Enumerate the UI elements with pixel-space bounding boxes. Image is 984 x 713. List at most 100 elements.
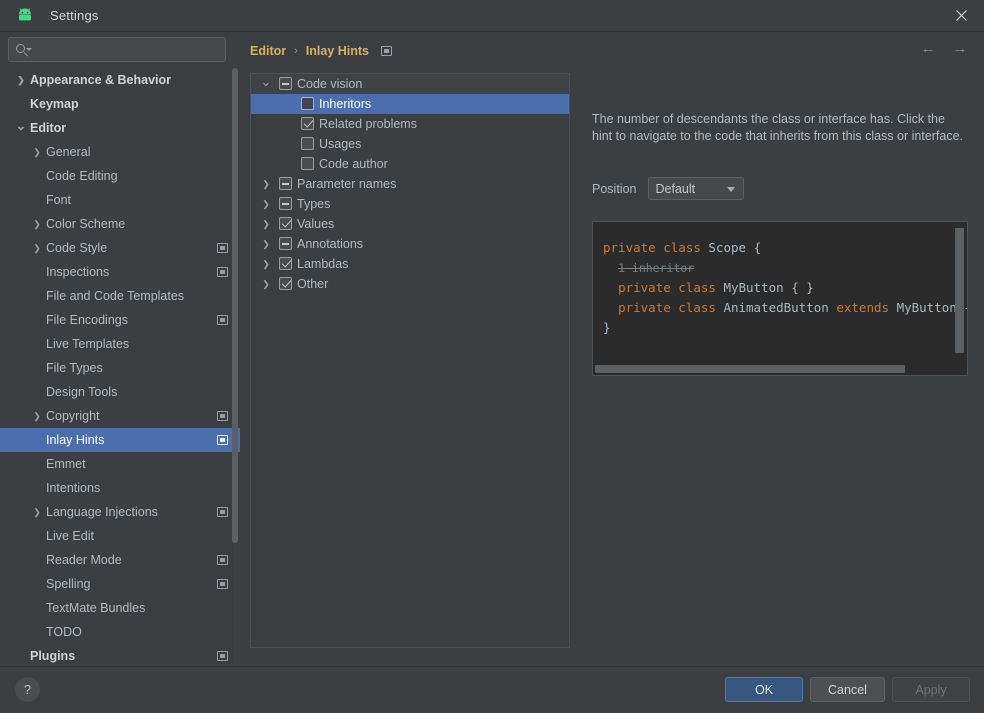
hint-description: The number of descendants the class or i…	[592, 112, 964, 143]
tree-item-label: Other	[297, 277, 329, 291]
code-brace-open: {	[753, 240, 762, 255]
sidebar-list[interactable]: ❯ Appearance & Behavior Keymap ⌄ Editor ❯ Gene…	[0, 68, 240, 666]
sidebar-item-language-injections[interactable]: ❯ Language Injections	[0, 500, 240, 524]
sidebar-item-keymap[interactable]: Keymap	[0, 92, 240, 116]
code-preview-vertical-scrollbar[interactable]	[955, 228, 964, 353]
code-preview-horizontal-scrollbar[interactable]	[595, 365, 905, 373]
checkbox-annotations[interactable]	[279, 237, 292, 250]
back-arrow-icon[interactable]: ←	[918, 40, 938, 57]
sidebar-config-icon[interactable]	[217, 579, 228, 589]
help-button[interactable]: ?	[15, 677, 40, 702]
sidebar-item-inlay-hints[interactable]: Inlay Hints	[0, 428, 240, 452]
chevron-right-icon[interactable]: ❯	[259, 194, 273, 214]
checkbox-code-vision[interactable]	[279, 77, 292, 90]
sidebar-item-file-types[interactable]: File Types	[0, 356, 240, 380]
chevron-right-icon[interactable]: ❯	[259, 214, 273, 234]
sidebar-item-label: File Encodings	[46, 313, 128, 327]
tree-item-label: Code author	[319, 157, 388, 171]
close-icon[interactable]	[938, 0, 984, 31]
search-input[interactable]	[31, 42, 225, 57]
tree-item-values[interactable]: ❯ Values	[251, 214, 569, 234]
checkbox-lambdas[interactable]	[279, 257, 292, 270]
sidebar-config-icon[interactable]	[217, 411, 228, 421]
sidebar-config-icon[interactable]	[217, 267, 228, 277]
sidebar-item-label: Font	[46, 193, 72, 207]
sidebar-config-icon[interactable]	[217, 315, 228, 325]
tree-item-types[interactable]: ❯ Types	[251, 194, 569, 214]
sidebar-item-label: File and Code Templates	[46, 289, 185, 303]
sidebar-item-label: Plugins	[30, 649, 76, 663]
tree-item-related-problems[interactable]: Related problems	[251, 114, 569, 134]
forward-arrow-icon[interactable]: →	[950, 40, 970, 57]
checkbox-related-problems[interactable]	[301, 117, 314, 130]
sidebar-item-font[interactable]: Font	[0, 188, 240, 212]
sidebar-item-spelling[interactable]: Spelling	[0, 572, 240, 596]
tree-item-code-vision[interactable]: ⌄ Code vision	[251, 74, 569, 94]
sidebar-item-file-and-code-templates[interactable]: File and Code Templates	[0, 284, 240, 308]
tree-item-label: Code vision	[297, 77, 363, 91]
tree-item-parameter-names[interactable]: ❯ Parameter names	[251, 174, 569, 194]
sidebar-item-file-encodings[interactable]: File Encodings	[0, 308, 240, 332]
code-keyword-class-1: class	[663, 240, 701, 255]
sidebar-item-editor[interactable]: ⌄ Editor	[0, 116, 240, 140]
sidebar-config-icon[interactable]	[217, 435, 228, 445]
sidebar-item-design-tools[interactable]: Design Tools	[0, 380, 240, 404]
inlay-hint-inheritor[interactable]: 1 inheritor	[618, 261, 694, 275]
sidebar-item-general[interactable]: ❯ General	[0, 140, 240, 164]
inlay-hints-tree-panel[interactable]: ⌄ Code vision Inheritors Related problems Us…	[250, 73, 570, 648]
search-box[interactable]	[8, 37, 226, 62]
sidebar-item-inspections[interactable]: Inspections	[0, 260, 240, 284]
sidebar-item-plugins[interactable]: Plugins	[0, 644, 240, 666]
checkbox-other[interactable]	[279, 277, 292, 290]
sidebar-item-live-templates[interactable]: Live Templates	[0, 332, 240, 356]
tree-item-code-author[interactable]: Code author	[251, 154, 569, 174]
sidebar-item-reader-mode[interactable]: Reader Mode	[0, 548, 240, 572]
sidebar-item-code-editing[interactable]: Code Editing	[0, 164, 240, 188]
sidebar-scrollbar-thumb[interactable]	[232, 68, 238, 543]
sidebar-item-intentions[interactable]: Intentions	[0, 476, 240, 500]
code-preview[interactable]: private class Scope { 1 inheritor privat…	[592, 221, 968, 376]
tree-item-other[interactable]: ❯ Other	[251, 274, 569, 294]
sidebar-item-todo[interactable]: TODO	[0, 620, 240, 644]
sidebar-item-color-scheme[interactable]: ❯ Color Scheme	[0, 212, 240, 236]
ok-button[interactable]: OK	[725, 677, 803, 702]
chevron-right-icon[interactable]: ❯	[14, 68, 28, 92]
chevron-right-icon[interactable]: ❯	[259, 274, 273, 294]
chevron-down-icon[interactable]: ⌄	[14, 116, 28, 140]
tree-item-usages[interactable]: Usages	[251, 134, 569, 154]
chevron-right-icon[interactable]: ❯	[30, 236, 44, 260]
sidebar-item-live-edit[interactable]: Live Edit	[0, 524, 240, 548]
chevron-down-icon[interactable]: ⌄	[259, 74, 273, 94]
breadcrumb-parent[interactable]: Editor	[250, 44, 286, 58]
chevron-right-icon[interactable]: ❯	[30, 140, 44, 164]
sidebar-item-textmate-bundles[interactable]: TextMate Bundles	[0, 596, 240, 620]
chevron-right-icon[interactable]: ❯	[259, 234, 273, 254]
sidebar-scrollbar[interactable]	[232, 68, 238, 666]
sidebar-config-icon[interactable]	[217, 555, 228, 565]
checkbox-values[interactable]	[279, 217, 292, 230]
sidebar-item-appearance-behavior[interactable]: ❯ Appearance & Behavior	[0, 68, 240, 92]
chevron-right-icon[interactable]: ❯	[30, 212, 44, 236]
sidebar-config-icon[interactable]	[217, 651, 228, 661]
checkbox-parameter-names[interactable]	[279, 177, 292, 190]
sidebar-item-label: TODO	[46, 625, 82, 639]
chevron-right-icon[interactable]: ❯	[259, 254, 273, 274]
sidebar-item-copyright[interactable]: ❯ Copyright	[0, 404, 240, 428]
position-dropdown[interactable]: Default	[648, 177, 745, 200]
checkbox-types[interactable]	[279, 197, 292, 210]
checkbox-usages[interactable]	[301, 137, 314, 150]
tree-item-lambdas[interactable]: ❯ Lambdas	[251, 254, 569, 274]
checkbox-inheritors[interactable]	[301, 97, 314, 110]
sidebar-item-code-style[interactable]: ❯ Code Style	[0, 236, 240, 260]
chevron-right-icon[interactable]: ❯	[30, 404, 44, 428]
tree-item-inheritors[interactable]: Inheritors	[251, 94, 569, 114]
tree-item-annotations[interactable]: ❯ Annotations	[251, 234, 569, 254]
cancel-button[interactable]: Cancel	[810, 677, 885, 702]
chevron-right-icon[interactable]: ❯	[30, 500, 44, 524]
checkbox-code-author[interactable]	[301, 157, 314, 170]
sidebar-item-emmet[interactable]: Emmet	[0, 452, 240, 476]
chevron-right-icon[interactable]: ❯	[259, 174, 273, 194]
sidebar-config-icon[interactable]	[217, 507, 228, 517]
settings-config-icon[interactable]	[381, 46, 392, 56]
sidebar-config-icon[interactable]	[217, 243, 228, 253]
